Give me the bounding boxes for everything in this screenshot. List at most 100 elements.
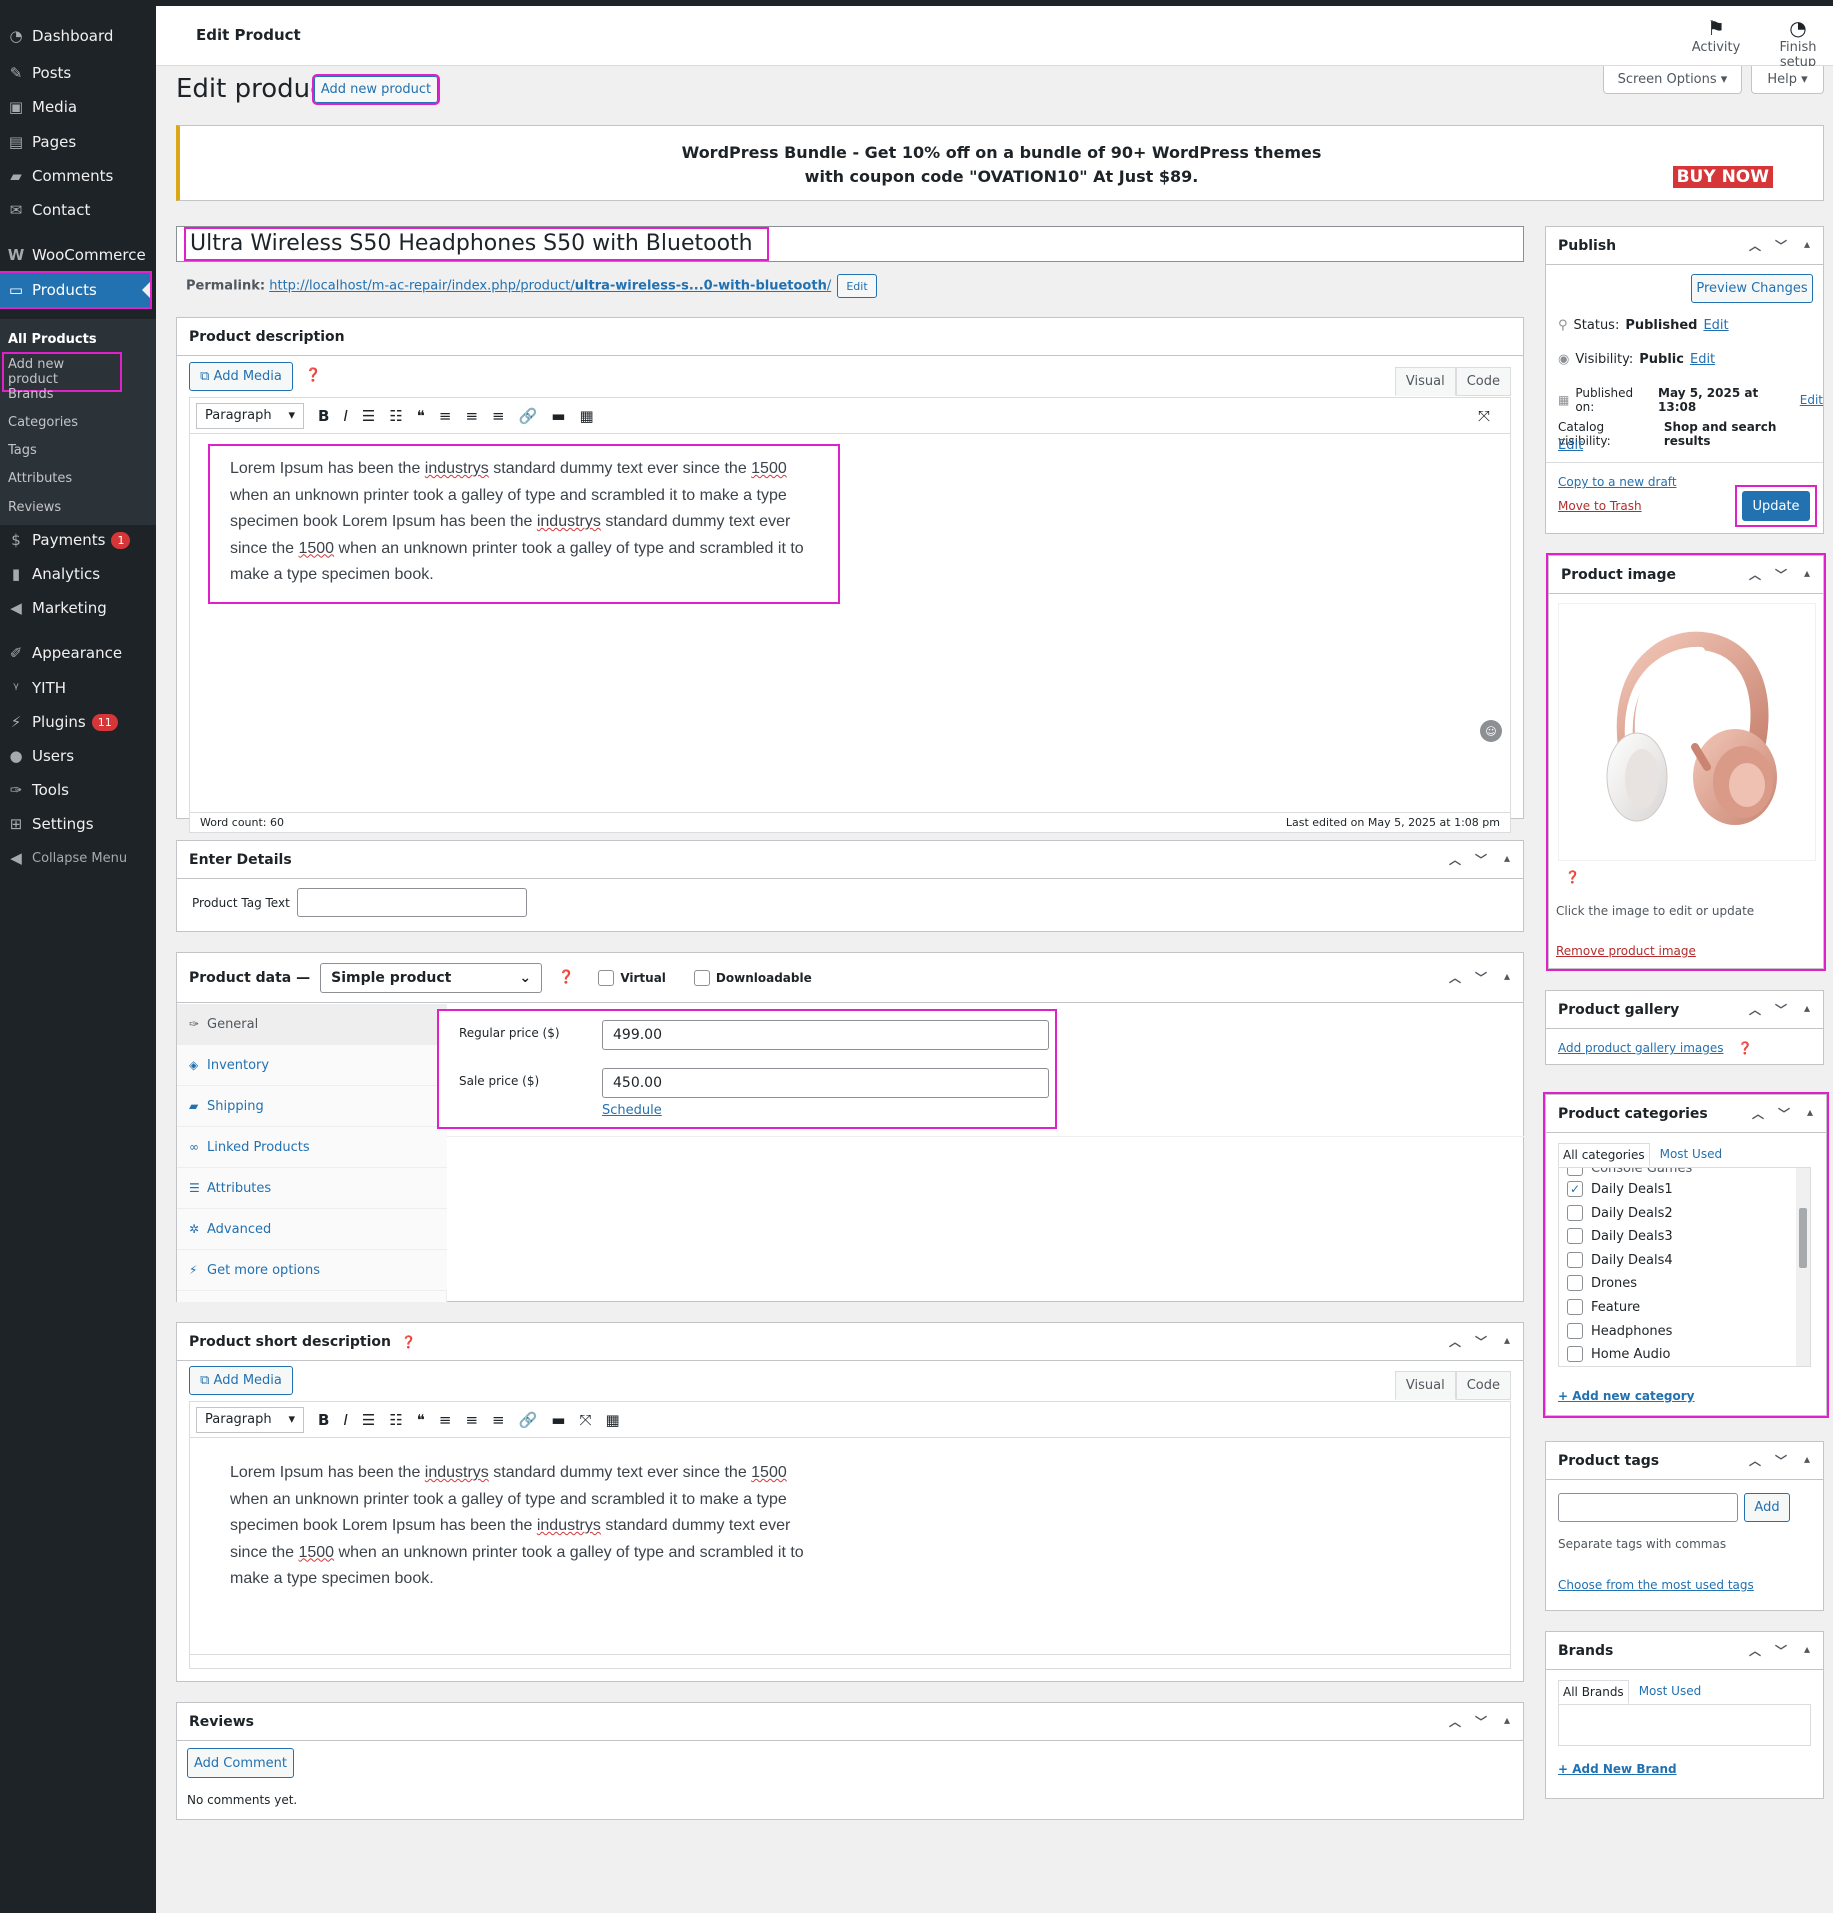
menu-comments[interactable]: ▰ Comments xyxy=(0,160,156,192)
align-left-icon[interactable]: ≡ xyxy=(439,1411,452,1429)
menu-products[interactable]: ▭ Products xyxy=(0,271,152,309)
add-gallery-images-link[interactable]: Add product gallery images xyxy=(1558,1041,1724,1055)
collapse-arrow-icon[interactable]: ▴ xyxy=(1499,1333,1515,1350)
menu-yith[interactable]: ᵞ YITH xyxy=(0,672,156,704)
category-item[interactable]: Console Games xyxy=(1567,1168,1692,1176)
quote-icon[interactable]: ❝ xyxy=(417,407,425,425)
tag-text-input[interactable] xyxy=(297,888,527,917)
chevron-down-icon[interactable]: ﹀ xyxy=(1473,1713,1489,1730)
description-content[interactable]: Lorem Ipsum has been the industrys stand… xyxy=(208,444,840,604)
align-right-icon[interactable]: ≡ xyxy=(492,1411,505,1429)
help-button[interactable]: Help ▾ xyxy=(1751,66,1824,94)
collapse-arrow-icon[interactable]: ▴ xyxy=(1799,237,1815,254)
tab-code[interactable]: Code xyxy=(1455,1371,1511,1400)
tab-linked-products[interactable]: ∞ Linked Products xyxy=(177,1127,447,1168)
category-checkbox[interactable] xyxy=(1567,1275,1583,1291)
chevron-down-icon[interactable]: ﹀ xyxy=(1773,1001,1789,1018)
align-left-icon[interactable]: ≡ xyxy=(439,407,452,425)
align-center-icon[interactable]: ≡ xyxy=(465,407,478,425)
screen-options-button[interactable]: Screen Options ▾ xyxy=(1603,66,1742,94)
collapse-arrow-icon[interactable]: ▴ xyxy=(1499,851,1515,868)
tab-shipping[interactable]: ▰ Shipping xyxy=(177,1086,447,1127)
choose-tags-link[interactable]: Choose from the most used tags xyxy=(1558,1578,1754,1592)
scrollbar[interactable] xyxy=(1796,1168,1810,1366)
numbered-list-icon[interactable]: ☷ xyxy=(389,1411,402,1429)
chevron-up-icon[interactable]: ︿ xyxy=(1447,851,1463,868)
chevron-down-icon[interactable]: ﹀ xyxy=(1773,1642,1789,1659)
add-tag-button[interactable]: Add xyxy=(1744,1493,1790,1522)
category-checkbox[interactable] xyxy=(1567,1228,1583,1244)
category-item[interactable]: Feature xyxy=(1567,1299,1640,1315)
toolbar-toggle-icon[interactable]: ▦ xyxy=(579,407,593,425)
category-checkbox[interactable] xyxy=(1567,1346,1583,1362)
menu-collapse[interactable]: ◀ Collapse Menu xyxy=(0,842,156,874)
chevron-down-icon[interactable]: ﹀ xyxy=(1473,1333,1489,1350)
menu-posts[interactable]: ✎ Posts xyxy=(0,57,156,89)
menu-plugins[interactable]: ⚡ Plugins 11 xyxy=(0,706,156,738)
menu-pages[interactable]: ▤ Pages xyxy=(0,126,156,158)
move-to-trash-link[interactable]: Move to Trash xyxy=(1558,499,1642,513)
bold-icon[interactable]: B xyxy=(318,1411,329,1429)
menu-tools[interactable]: ✑ Tools xyxy=(0,774,156,806)
menu-payments[interactable]: $ Payments 1 xyxy=(0,524,156,556)
menu-dashboard[interactable]: ◔ Dashboard xyxy=(0,20,156,52)
chevron-down-icon[interactable]: ﹀ xyxy=(1773,566,1789,583)
category-item[interactable]: Home Audio xyxy=(1567,1346,1670,1362)
align-right-icon[interactable]: ≡ xyxy=(492,407,505,425)
format-select[interactable]: Paragraph ▾ xyxy=(196,402,304,429)
category-item[interactable]: ✓ Daily Deals1 xyxy=(1567,1181,1673,1197)
submenu-reviews[interactable]: Reviews xyxy=(8,500,61,515)
published-edit-link[interactable]: Edit xyxy=(1800,393,1823,407)
category-checkbox[interactable] xyxy=(1567,1205,1583,1221)
bullet-list-icon[interactable]: ☰ xyxy=(362,1411,375,1429)
preview-changes-button[interactable]: Preview Changes xyxy=(1691,274,1813,303)
submenu-brands[interactable]: Brands xyxy=(8,387,54,402)
bold-icon[interactable]: B xyxy=(318,407,329,425)
link-icon[interactable]: 🔗 xyxy=(519,407,538,425)
chevron-up-icon[interactable]: ︿ xyxy=(1747,237,1763,254)
sale-price-input[interactable]: 450.00 xyxy=(602,1068,1049,1098)
category-item[interactable]: Daily Deals2 xyxy=(1567,1205,1673,1221)
chevron-up-icon[interactable]: ︿ xyxy=(1447,1333,1463,1350)
category-checkbox[interactable] xyxy=(1567,1252,1583,1268)
fullscreen-icon[interactable]: ⤧ xyxy=(579,1411,591,1429)
buy-now-button[interactable]: BUY NOW xyxy=(1672,166,1773,188)
quote-icon[interactable]: ❝ xyxy=(417,1411,425,1429)
product-type-select[interactable]: Simple product ⌄ xyxy=(320,962,543,993)
category-item[interactable]: Daily Deals3 xyxy=(1567,1228,1673,1244)
italic-icon[interactable]: I xyxy=(343,407,347,425)
menu-settings[interactable]: ⊞ Settings xyxy=(0,808,156,840)
category-item[interactable]: Headphones xyxy=(1567,1323,1672,1339)
update-button[interactable]: Update xyxy=(1742,491,1810,521)
short-description-content[interactable]: Lorem Ipsum has been the industrys stand… xyxy=(230,1460,850,1593)
scrollbar-thumb[interactable] xyxy=(1799,1208,1807,1268)
downloadable-checkbox[interactable] xyxy=(693,969,710,986)
menu-contact[interactable]: ✉ Contact xyxy=(0,194,156,226)
menu-marketing[interactable]: ◀ Marketing xyxy=(0,592,156,624)
bullet-list-icon[interactable]: ☰ xyxy=(362,407,375,425)
add-media-button[interactable]: ⧉ Add Media xyxy=(189,1366,293,1395)
add-comment-button[interactable]: Add Comment xyxy=(187,1748,294,1778)
collapse-arrow-icon[interactable]: ▴ xyxy=(1499,969,1515,986)
category-checkbox[interactable] xyxy=(1567,1168,1583,1176)
product-image[interactable] xyxy=(1558,603,1816,861)
visibility-edit-link[interactable]: Edit xyxy=(1690,352,1715,367)
virtual-checkbox[interactable] xyxy=(598,969,615,986)
tag-input[interactable] xyxy=(1558,1493,1738,1522)
status-edit-link[interactable]: Edit xyxy=(1703,318,1728,333)
tab-most-used[interactable]: Most Used xyxy=(1650,1143,1733,1167)
collapse-arrow-icon[interactable]: ▴ xyxy=(1799,1001,1815,1018)
collapse-arrow-icon[interactable]: ▴ xyxy=(1799,1452,1815,1469)
add-new-brand-link[interactable]: + Add New Brand xyxy=(1558,1762,1677,1776)
chevron-up-icon[interactable]: ︿ xyxy=(1747,1001,1763,1018)
toolbar-toggle-icon[interactable]: ▦ xyxy=(605,1411,619,1429)
resize-bar[interactable] xyxy=(190,1654,1510,1668)
submenu-attributes[interactable]: Attributes xyxy=(8,471,72,486)
add-new-product-button[interactable]: Add new product xyxy=(312,74,440,105)
product-title-input[interactable]: Ultra Wireless S50 Headphones S50 with B… xyxy=(176,226,1524,262)
tab-get-more-options[interactable]: ⚡ Get more options xyxy=(177,1250,447,1291)
chevron-up-icon[interactable]: ︿ xyxy=(1747,1452,1763,1469)
collapse-arrow-icon[interactable]: ▴ xyxy=(1802,1105,1818,1122)
tab-general[interactable]: ✑ General xyxy=(177,1004,447,1045)
add-new-category-link[interactable]: + Add new category xyxy=(1558,1389,1694,1403)
